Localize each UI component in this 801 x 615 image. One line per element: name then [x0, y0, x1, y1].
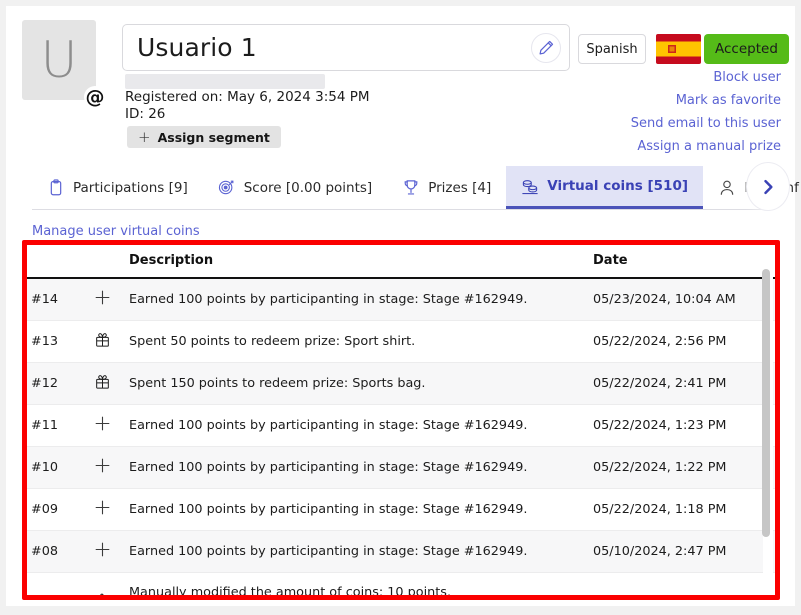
table-scrollbar-track[interactable]: [762, 247, 773, 593]
status-badge[interactable]: Accepted: [704, 34, 789, 64]
virtual-coins-table: Description Date #14 Earned 100 points by…: [27, 245, 775, 595]
row-date: 05/22/2024, 2:56 PM: [589, 320, 775, 363]
tab-prizes-label: Prizes [4]: [428, 179, 492, 196]
row-date: 05/10/2024, 2:47 PM: [589, 530, 775, 573]
row-description: Earned 100 points by participanting in s…: [125, 278, 589, 321]
tab-score-label: Score [0.00 points]: [243, 179, 373, 196]
table-row[interactable]: #08 Earned 100 points by participanting i…: [27, 530, 775, 573]
table-row[interactable]: #10 Earned 100 points by participanting i…: [27, 446, 775, 489]
table-row[interactable]: #13 Spent 50 points to redeem prize: Spor…: [27, 320, 775, 363]
user-icon: [718, 179, 736, 197]
table-row[interactable]: #11 Earned 100 points by participanting i…: [27, 404, 775, 447]
table-scrollbar-thumb[interactable]: [762, 269, 770, 537]
assign-segment-button[interactable]: + Assign segment: [127, 126, 281, 148]
avatar: U @: [22, 20, 106, 108]
gift-icon: [79, 362, 125, 405]
language-button[interactable]: Spanish: [578, 34, 646, 64]
tab-virtual-coins[interactable]: Virtual coins [510]: [506, 166, 704, 209]
row-date: 05/22/2024, 1:23 PM: [589, 404, 775, 447]
row-date: 05/10/2024, 12:31 PM: [589, 572, 775, 595]
redacted-email-bar: [125, 74, 325, 89]
user-detail-card: U @ Usuario 1 Registered on: May 6, 2024…: [6, 6, 799, 606]
send-email-link[interactable]: Send email to this user: [631, 116, 781, 131]
row-id: #08: [27, 530, 79, 573]
clipboard-icon: [47, 179, 65, 197]
user-action-links: Block user Mark as favorite Send email t…: [631, 70, 781, 154]
row-date: 05/22/2024, 2:41 PM: [589, 362, 775, 405]
row-id: #14: [27, 278, 79, 321]
tab-participations-label: Participations [9]: [73, 179, 188, 196]
row-date: 05/22/2024, 1:18 PM: [589, 488, 775, 531]
table-row[interactable]: #09 Earned 100 points by participanting i…: [27, 488, 775, 531]
row-description-line: Manually modified the amount of coins: 1…: [129, 585, 452, 595]
user-name-field[interactable]: Usuario 1: [122, 24, 570, 71]
tab-participations[interactable]: Participations [9]: [32, 166, 203, 209]
table-row[interactable]: #12 Spent 150 points to redeem prize: Spo…: [27, 362, 775, 405]
table-row[interactable]: #07 Manually modified the amount of coins…: [27, 572, 775, 595]
row-date: 05/23/2024, 10:04 AM: [589, 278, 775, 321]
mark-as-favorite-link[interactable]: Mark as favorite: [676, 93, 781, 108]
assign-manual-prize-link[interactable]: Assign a manual prize: [637, 139, 781, 154]
plus-icon: [79, 278, 125, 321]
manage-user-virtual-coins-link[interactable]: Manage user virtual coins: [32, 224, 200, 239]
row-description: Earned 100 points by participanting in s…: [125, 488, 589, 531]
window-edge-bottom: [0, 606, 801, 615]
plus-icon: [79, 404, 125, 447]
plus-icon: [79, 488, 125, 531]
row-id: #09: [27, 488, 79, 531]
tab-virtual-coins-label: Virtual coins [510]: [547, 178, 689, 194]
virtual-coins-table-scroll[interactable]: Description Date #14 Earned 100 points by…: [27, 245, 775, 595]
trophy-icon: [402, 179, 420, 197]
row-date: 05/22/2024, 1:22 PM: [589, 446, 775, 489]
tab-score[interactable]: Score [0.00 points]: [203, 166, 387, 209]
coins-icon: [521, 177, 539, 195]
user-header: U @ Usuario 1 Registered on: May 6, 2024…: [6, 6, 795, 166]
row-description: Spent 50 points to redeem prize: Sport s…: [125, 320, 589, 363]
edit-pencil-icon[interactable]: [531, 32, 561, 63]
window-edge-right: [795, 0, 801, 615]
col-date: Date: [589, 245, 775, 279]
assign-segment-label: Assign segment: [157, 129, 270, 145]
row-description: Earned 100 points by participanting in s…: [125, 530, 589, 573]
tab-bar-divider: [32, 209, 765, 210]
row-id: #12: [27, 362, 79, 405]
registered-on-text: Registered on: May 6, 2024 3:54 PM: [125, 89, 370, 105]
virtual-coins-highlight-box: Description Date #14 Earned 100 points by…: [22, 240, 780, 600]
status-badge-label: Accepted: [715, 41, 778, 57]
col-description: Description: [125, 245, 589, 279]
tab-bar: Participations [9] Score [0.00 points] P…: [6, 162, 799, 211]
spain-flag-icon: [656, 34, 701, 64]
table-header: Description Date: [27, 245, 775, 279]
plus-icon: [79, 446, 125, 489]
row-id: #13: [27, 320, 79, 363]
col-icon: [79, 245, 125, 279]
target-icon: [218, 179, 236, 197]
at-sign-icon: @: [84, 85, 106, 108]
row-id: #10: [27, 446, 79, 489]
block-user-link[interactable]: Block user: [713, 70, 781, 85]
row-id: #07: [27, 572, 79, 595]
table-header-row: Description Date: [27, 245, 775, 279]
row-description: Spent 150 points to redeem prize: Sports…: [125, 362, 589, 405]
tab-prizes[interactable]: Prizes [4]: [387, 166, 506, 209]
row-id: #11: [27, 404, 79, 447]
gift-icon: [79, 320, 125, 363]
row-description: Manually modified the amount of coins: 1…: [125, 572, 589, 595]
app-window: U @ Usuario 1 Registered on: May 6, 2024…: [0, 0, 801, 615]
plus-icon: [79, 530, 125, 573]
user-name-value: Usuario 1: [137, 33, 257, 62]
plus-icon: +: [138, 127, 151, 146]
row-description: Earned 100 points by participanting in s…: [125, 446, 589, 489]
row-description: Earned 100 points by participanting in s…: [125, 404, 589, 447]
user-id-text: ID: 26: [125, 106, 166, 122]
table-row[interactable]: #14 Earned 100 points by participanting i…: [27, 278, 775, 321]
col-id: [27, 245, 79, 279]
hand-icon: [79, 572, 125, 595]
table-body: #14 Earned 100 points by participanting i…: [27, 278, 775, 595]
language-label: Spanish: [586, 41, 638, 57]
tabs-next-chevron-icon[interactable]: [746, 162, 790, 211]
